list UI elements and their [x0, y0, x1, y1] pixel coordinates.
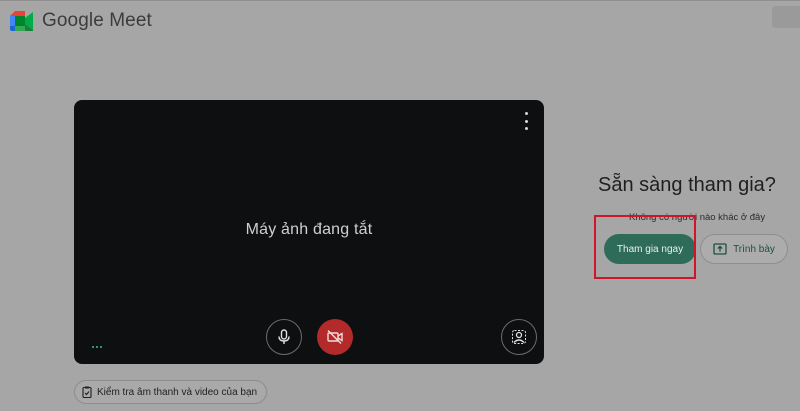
more-options-button[interactable] [518, 112, 534, 130]
top-border [0, 0, 800, 1]
mic-icon [278, 329, 290, 344]
annotation-highlight-box [594, 215, 696, 279]
present-label: Trình bày [733, 243, 775, 255]
check-audio-video-label: Kiểm tra âm thanh và video của bạn [97, 386, 258, 398]
audio-level-indicator [92, 346, 102, 348]
ready-to-join-title: Sẵn sàng tham gia? [598, 174, 776, 196]
visual-effects-icon [512, 330, 526, 344]
microphone-button[interactable] [266, 319, 302, 355]
app-title: Google Meet [42, 10, 152, 31]
camera-off-message: Máy ảnh đang tắt [245, 221, 373, 238]
account-avatar[interactable] [772, 6, 800, 28]
videocam-off-icon [327, 329, 343, 345]
check-audio-video-button[interactable]: Kiểm tra âm thanh và video của bạn [74, 380, 268, 404]
video-preview: Máy ảnh đang tắt [74, 100, 544, 364]
more-vert-icon [524, 112, 528, 115]
app-logo[interactable]: Google Meet [10, 10, 152, 32]
present-button[interactable]: Trình bày [700, 234, 788, 264]
clipboard-check-icon [82, 386, 92, 398]
visual-effects-button[interactable] [501, 319, 537, 355]
google-meet-logo-icon [10, 11, 33, 31]
present-screen-icon [713, 243, 727, 255]
camera-toggle-button[interactable] [317, 319, 353, 355]
